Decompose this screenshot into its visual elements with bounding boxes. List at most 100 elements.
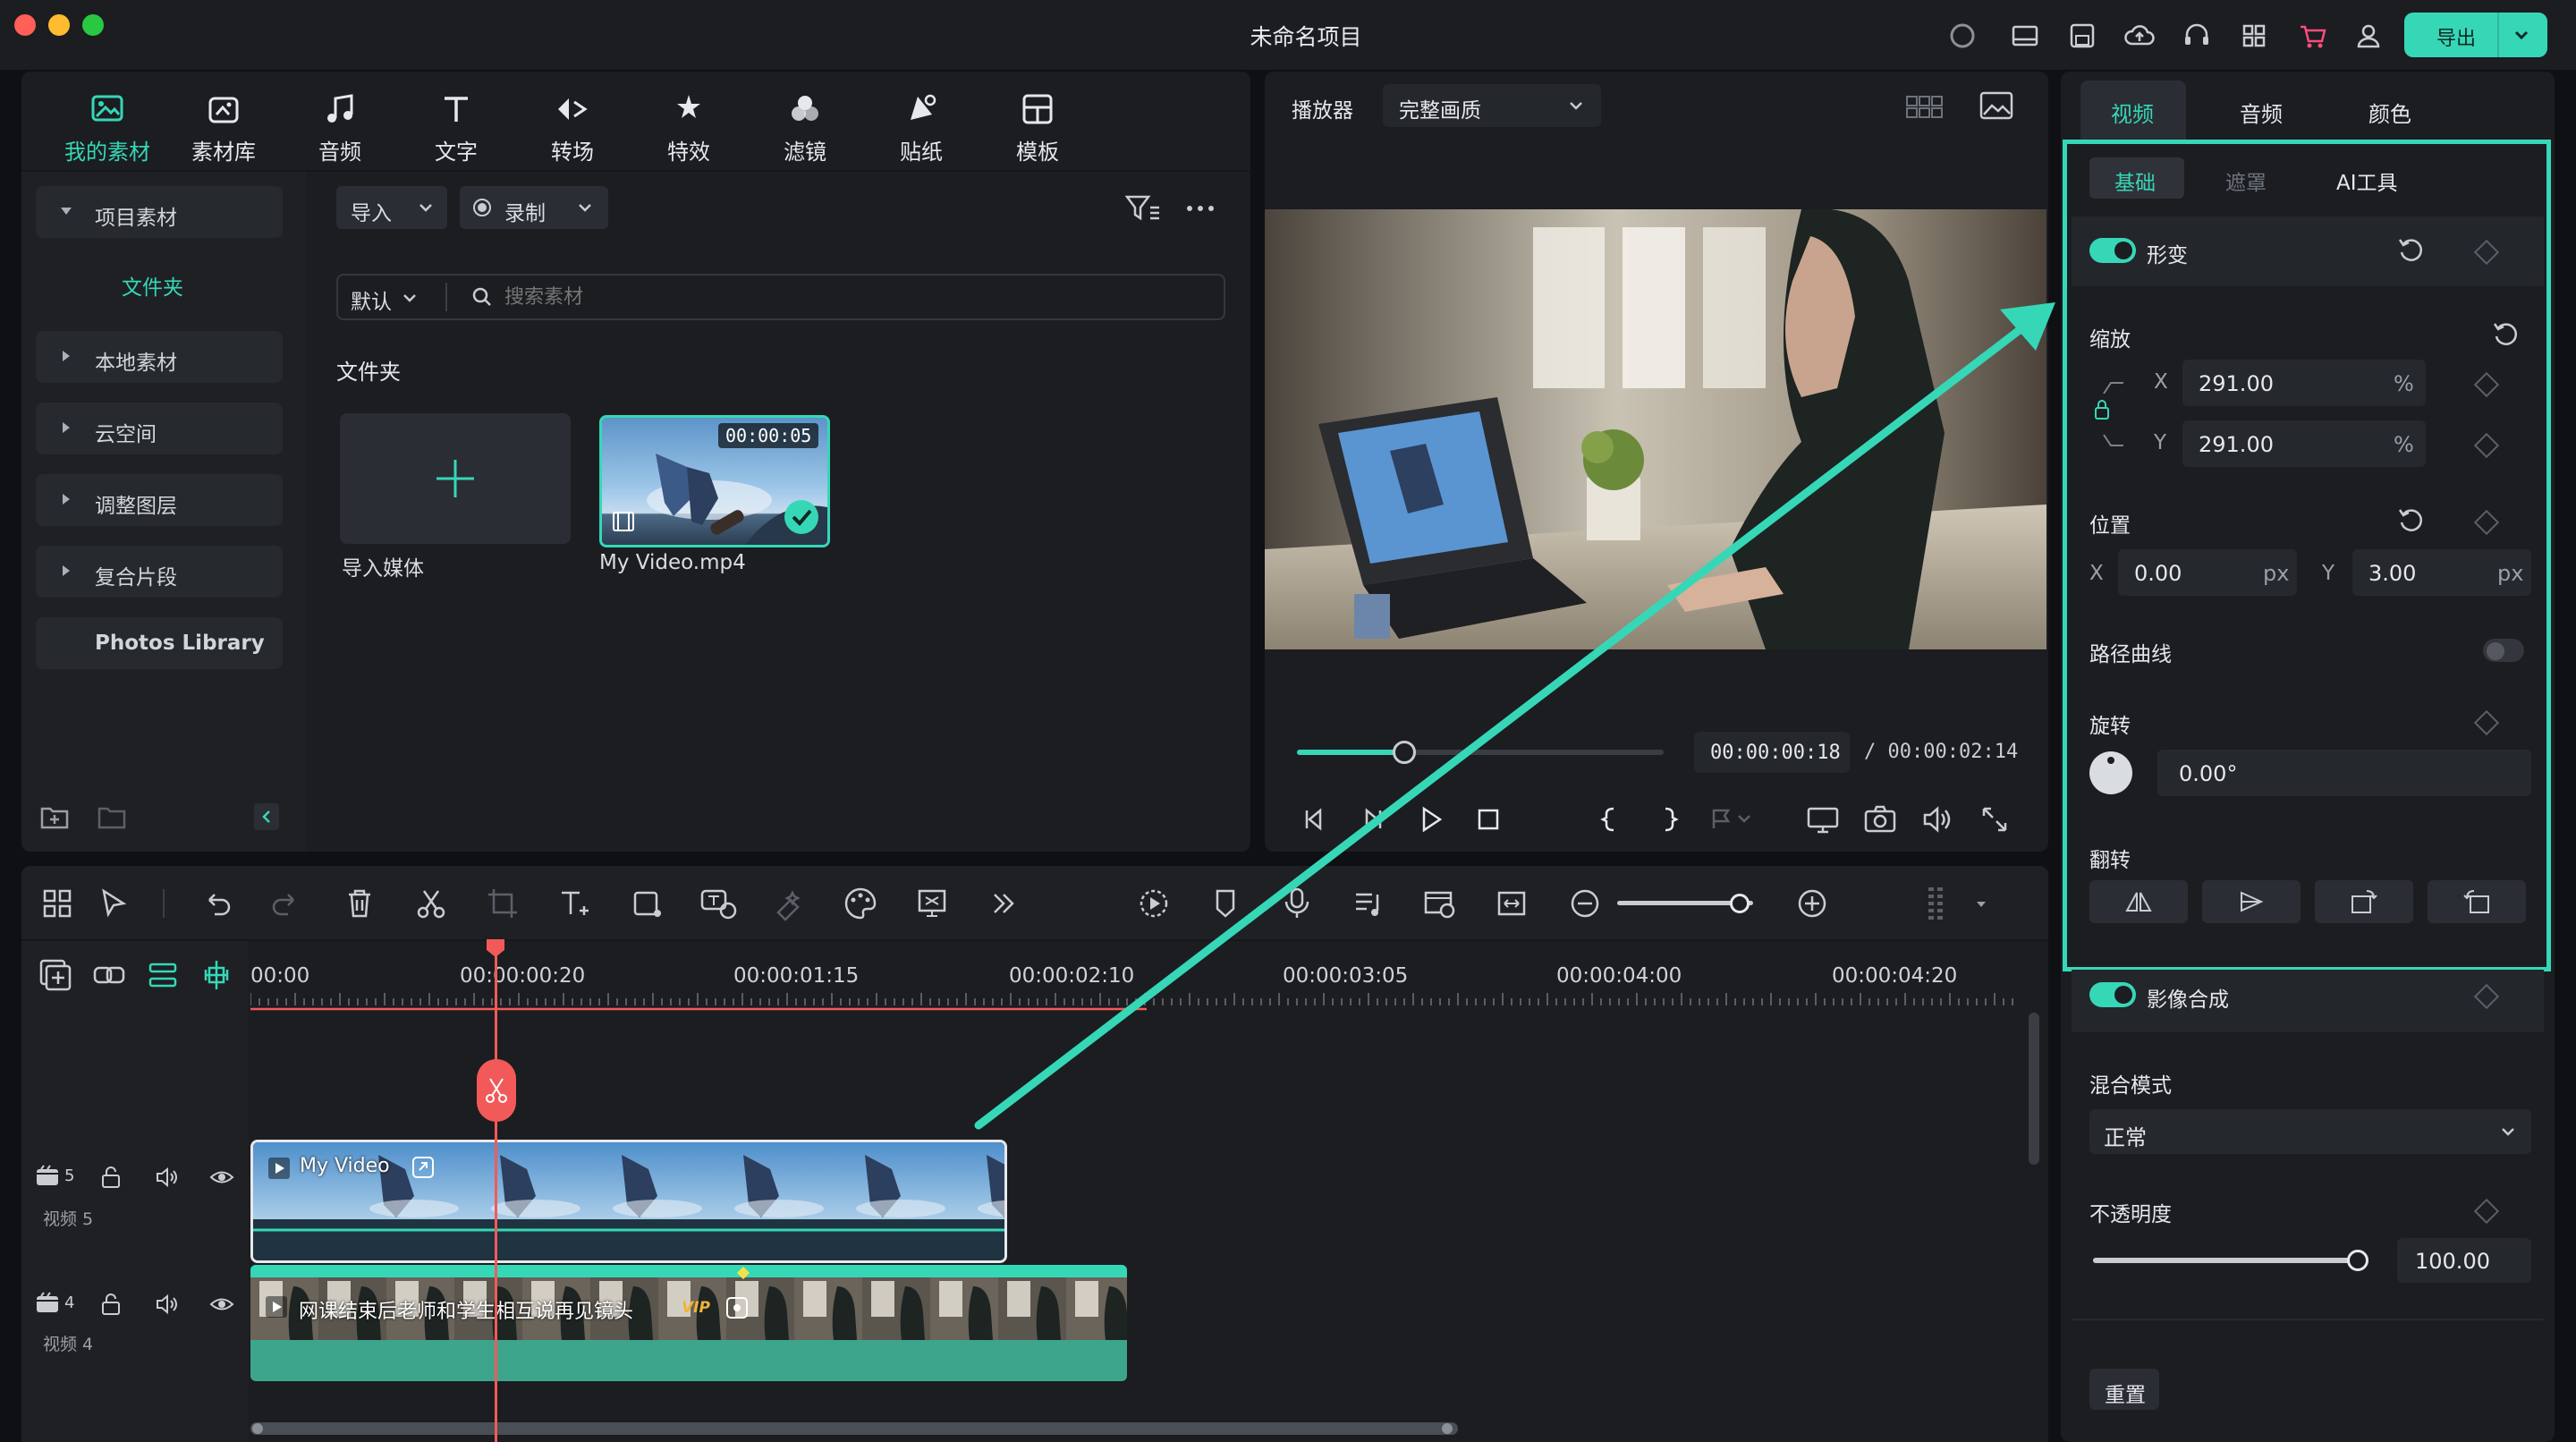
preview-track-icon[interactable] bbox=[1422, 886, 1458, 921]
playback-scrubber-handle[interactable] bbox=[1392, 741, 1416, 764]
lock-track-icon[interactable] bbox=[98, 1165, 123, 1190]
shape-icon[interactable] bbox=[630, 886, 665, 921]
magnetic-snap-icon[interactable] bbox=[199, 957, 234, 993]
image-preview-icon[interactable] bbox=[1979, 89, 2014, 122]
filter-icon[interactable] bbox=[1125, 193, 1161, 224]
tab-video[interactable]: 视频 bbox=[2080, 81, 2186, 141]
split-at-playhead-button[interactable] bbox=[477, 1059, 516, 1122]
redo-icon[interactable] bbox=[268, 886, 304, 921]
horizontal-scrollbar[interactable] bbox=[250, 1422, 1458, 1435]
layout-grid-icon[interactable] bbox=[39, 886, 75, 921]
video-preview[interactable] bbox=[1265, 209, 2046, 649]
color-palette-icon[interactable] bbox=[843, 886, 878, 921]
opacity-slider-handle[interactable] bbox=[2347, 1250, 2368, 1271]
mute-track-icon[interactable] bbox=[154, 1165, 181, 1190]
save-icon[interactable] bbox=[2066, 20, 2098, 52]
record-dropdown[interactable]: 录制 bbox=[460, 186, 608, 229]
snapshot-camera-icon[interactable] bbox=[1862, 802, 1898, 837]
add-text-icon[interactable] bbox=[556, 886, 592, 921]
volume-icon[interactable] bbox=[1919, 802, 1955, 837]
fit-timeline-icon[interactable] bbox=[1494, 886, 1530, 921]
layout-icon[interactable] bbox=[2009, 20, 2041, 52]
mark-out-icon[interactable] bbox=[1651, 802, 1687, 837]
tab-color[interactable]: 颜色 bbox=[2368, 97, 2411, 128]
tab-text[interactable]: 文字 bbox=[402, 91, 510, 165]
sidebar-item-folder[interactable]: 文件夹 bbox=[122, 270, 183, 301]
opacity-slider-track[interactable] bbox=[2093, 1250, 2368, 1271]
next-frame-icon[interactable] bbox=[1354, 802, 1390, 837]
tab-effects[interactable]: 特效 bbox=[635, 91, 742, 165]
visibility-eye-icon[interactable] bbox=[209, 1166, 234, 1188]
play-icon[interactable] bbox=[1413, 802, 1449, 837]
track-height-icon[interactable] bbox=[1921, 884, 1957, 920]
minimize-window-button[interactable] bbox=[48, 14, 70, 36]
crop-icon[interactable] bbox=[485, 886, 521, 921]
quality-dropdown[interactable]: 完整画质 bbox=[1383, 84, 1601, 127]
compositing-toggle[interactable] bbox=[2089, 982, 2136, 1007]
tab-my-media[interactable]: 我的素材 bbox=[54, 91, 161, 165]
shield-marker-icon[interactable] bbox=[1208, 886, 1243, 921]
current-time-display[interactable]: 00:00:00:18 bbox=[1694, 732, 1850, 773]
folder-remove-icon[interactable] bbox=[97, 803, 127, 830]
blend-mode-dropdown[interactable]: 正常 bbox=[2089, 1109, 2531, 1154]
fullscreen-icon[interactable] bbox=[1977, 802, 2012, 837]
previous-frame-icon[interactable] bbox=[1297, 802, 1333, 837]
tab-stickers[interactable]: 贴纸 bbox=[868, 91, 975, 165]
playback-progress-track[interactable] bbox=[1297, 741, 1664, 764]
sort-dropdown[interactable]: 默认 bbox=[351, 284, 392, 315]
caret-down-icon[interactable] bbox=[1975, 900, 1987, 909]
sidebar-item-local-media[interactable]: 本地素材 bbox=[36, 331, 283, 383]
status-circle-icon[interactable] bbox=[1946, 20, 1979, 52]
import-dropdown[interactable]: 导入 bbox=[336, 186, 447, 229]
mark-in-icon[interactable] bbox=[1592, 802, 1628, 837]
cart-icon[interactable] bbox=[2297, 20, 2329, 52]
display-icon[interactable] bbox=[1805, 802, 1841, 837]
sidebar-item-cloud[interactable]: 云空间 bbox=[36, 403, 283, 454]
tab-filters[interactable]: 滤镜 bbox=[751, 91, 859, 165]
more-tools-icon[interactable] bbox=[986, 886, 1021, 921]
apps-grid-icon[interactable] bbox=[2238, 20, 2270, 52]
split-scissors-icon[interactable] bbox=[413, 886, 449, 921]
opacity-input[interactable]: 100.00 bbox=[2397, 1238, 2531, 1283]
tab-audio[interactable]: 音频 bbox=[286, 91, 394, 165]
marker-dropdown-icon[interactable] bbox=[1708, 802, 1750, 837]
sidebar-item-photos-library[interactable]: Photos Library bbox=[36, 617, 283, 669]
chevron-down-icon[interactable] bbox=[401, 289, 419, 307]
audio-stretch-icon[interactable] bbox=[1351, 886, 1386, 921]
close-window-button[interactable] bbox=[14, 14, 36, 36]
scrollbar-right-handle[interactable] bbox=[1442, 1423, 1453, 1434]
export-button[interactable]: 导出 bbox=[2404, 13, 2547, 57]
media-item-my-video[interactable]: 00:00:05 bbox=[599, 415, 830, 547]
vertical-scrollbar[interactable] bbox=[2029, 1013, 2039, 1165]
stop-icon[interactable] bbox=[1470, 802, 1506, 837]
tab-transition[interactable]: 转场 bbox=[519, 91, 626, 165]
auto-reframe-icon[interactable] bbox=[914, 886, 950, 921]
account-icon[interactable] bbox=[2352, 20, 2385, 52]
select-cursor-icon[interactable] bbox=[97, 886, 132, 921]
import-media-tile[interactable] bbox=[340, 413, 571, 544]
scrollbar-left-handle[interactable] bbox=[252, 1423, 263, 1434]
tab-stock-media[interactable]: 素材库 bbox=[170, 91, 277, 165]
support-headset-icon[interactable] bbox=[2181, 20, 2213, 52]
cloud-upload-icon[interactable] bbox=[2123, 20, 2156, 52]
sidebar-item-compound-clip[interactable]: 复合片段 bbox=[36, 546, 283, 598]
render-preview-icon[interactable] bbox=[1136, 886, 1172, 921]
lock-track-icon[interactable] bbox=[98, 1292, 123, 1317]
speech-to-text-icon[interactable] bbox=[699, 886, 737, 921]
zoom-out-icon[interactable] bbox=[1567, 886, 1603, 921]
more-options-icon[interactable] bbox=[1182, 195, 1218, 222]
search-input[interactable] bbox=[503, 281, 1204, 313]
zoom-slider-handle[interactable] bbox=[1730, 894, 1750, 913]
visibility-eye-icon[interactable] bbox=[209, 1294, 234, 1315]
microphone-icon[interactable] bbox=[1279, 886, 1315, 921]
tab-audio-inspector[interactable]: 音频 bbox=[2240, 97, 2283, 128]
zoom-in-icon[interactable] bbox=[1794, 886, 1830, 921]
ai-effect-icon[interactable] bbox=[771, 886, 807, 921]
maximize-window-button[interactable] bbox=[82, 14, 104, 36]
add-track-icon[interactable] bbox=[38, 957, 73, 993]
chevron-down-icon[interactable] bbox=[2512, 25, 2531, 45]
timeline-clip-my-video[interactable]: My Video bbox=[250, 1140, 1007, 1263]
undo-icon[interactable] bbox=[199, 886, 234, 921]
delete-icon[interactable] bbox=[342, 886, 377, 921]
mute-track-icon[interactable] bbox=[154, 1292, 181, 1317]
